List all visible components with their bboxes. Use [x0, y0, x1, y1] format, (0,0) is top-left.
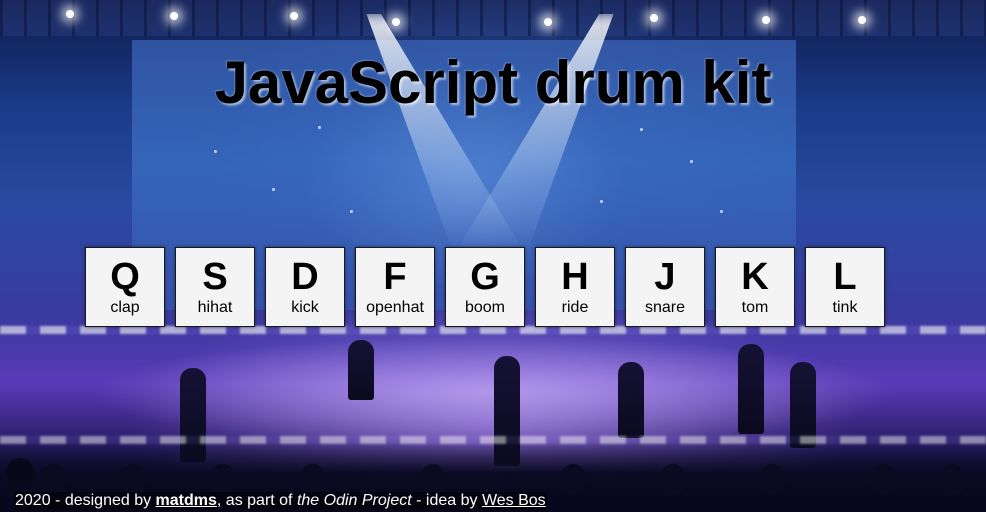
spotlight	[290, 12, 298, 20]
drum-key-row: Q clap S hihat D kick F openhat G boom H…	[85, 247, 885, 327]
crowd-head	[870, 464, 896, 494]
key-letter: F	[383, 256, 407, 298]
crowd-head	[660, 464, 686, 494]
spotlight	[66, 10, 74, 18]
key-sound-label: clap	[110, 299, 140, 316]
footer-middle: , as part of	[216, 492, 297, 509]
key-letter: Q	[110, 256, 140, 298]
drum-key-l[interactable]: L tink	[805, 247, 885, 327]
spotlight	[544, 18, 552, 26]
key-letter: S	[202, 256, 228, 298]
drum-key-d[interactable]: D kick	[265, 247, 345, 327]
drummer-silhouette	[618, 362, 644, 438]
idea-author-link[interactable]: Wes Bos	[482, 492, 546, 509]
spotlight	[650, 14, 658, 22]
spotlight	[858, 16, 866, 24]
key-sound-label: tink	[832, 299, 858, 316]
drum-key-g[interactable]: G boom	[445, 247, 525, 327]
screen-star	[318, 126, 321, 129]
stage-glow	[0, 332, 986, 452]
key-letter: L	[833, 256, 857, 298]
drum-key-f[interactable]: F openhat	[355, 247, 435, 327]
spotlight	[762, 16, 770, 24]
crowd-head	[300, 464, 326, 494]
footer-prefix: 2020 - designed by	[15, 492, 156, 509]
key-letter: J	[654, 256, 676, 298]
bassist-silhouette	[738, 344, 764, 434]
key-sound-label: snare	[644, 299, 686, 316]
stage-light-row	[0, 326, 986, 334]
crowd-head	[940, 464, 966, 494]
key-sound-label: boom	[464, 299, 506, 316]
key-letter: D	[291, 256, 319, 298]
drum-key-k[interactable]: K tom	[715, 247, 795, 327]
project-name: the Odin Project	[296, 492, 412, 509]
key-sound-label: openhat	[366, 299, 424, 316]
key-letter: G	[470, 256, 500, 298]
screen-star	[350, 210, 353, 213]
drum-key-j[interactable]: J snare	[625, 247, 705, 327]
drum-key-q[interactable]: Q clap	[85, 247, 165, 327]
key-sound-label: kick	[291, 299, 319, 316]
drum-key-s[interactable]: S hihat	[175, 247, 255, 327]
screen-star	[600, 200, 603, 203]
footer-idea-text: - idea by	[411, 492, 482, 509]
screen-star	[214, 150, 217, 153]
crowd-head	[420, 464, 446, 494]
crowd-head	[560, 464, 586, 494]
keyboardist-silhouette	[348, 340, 374, 400]
screen-star	[690, 160, 693, 163]
footer-credits: 2020 - designed by matdms, as part of th…	[14, 492, 547, 510]
drum-key-h[interactable]: H ride	[535, 247, 615, 327]
crowd-head	[40, 464, 66, 494]
screen-star	[640, 128, 643, 131]
author-link[interactable]: matdms	[156, 492, 217, 509]
crowd-head	[210, 464, 236, 494]
key-sound-label: tom	[741, 299, 769, 316]
key-letter: K	[741, 256, 769, 298]
key-sound-label: hihat	[197, 299, 233, 316]
screen-star	[272, 188, 275, 191]
lighting-truss	[0, 0, 986, 36]
crowd-head	[120, 464, 146, 494]
key-letter: H	[561, 256, 589, 298]
page-title: JavaScript drum kit	[214, 49, 772, 116]
screen-star	[720, 210, 723, 213]
spotlight	[170, 12, 178, 20]
key-sound-label: ride	[561, 299, 589, 316]
crowd-head	[760, 464, 786, 494]
spotlight	[392, 18, 400, 26]
